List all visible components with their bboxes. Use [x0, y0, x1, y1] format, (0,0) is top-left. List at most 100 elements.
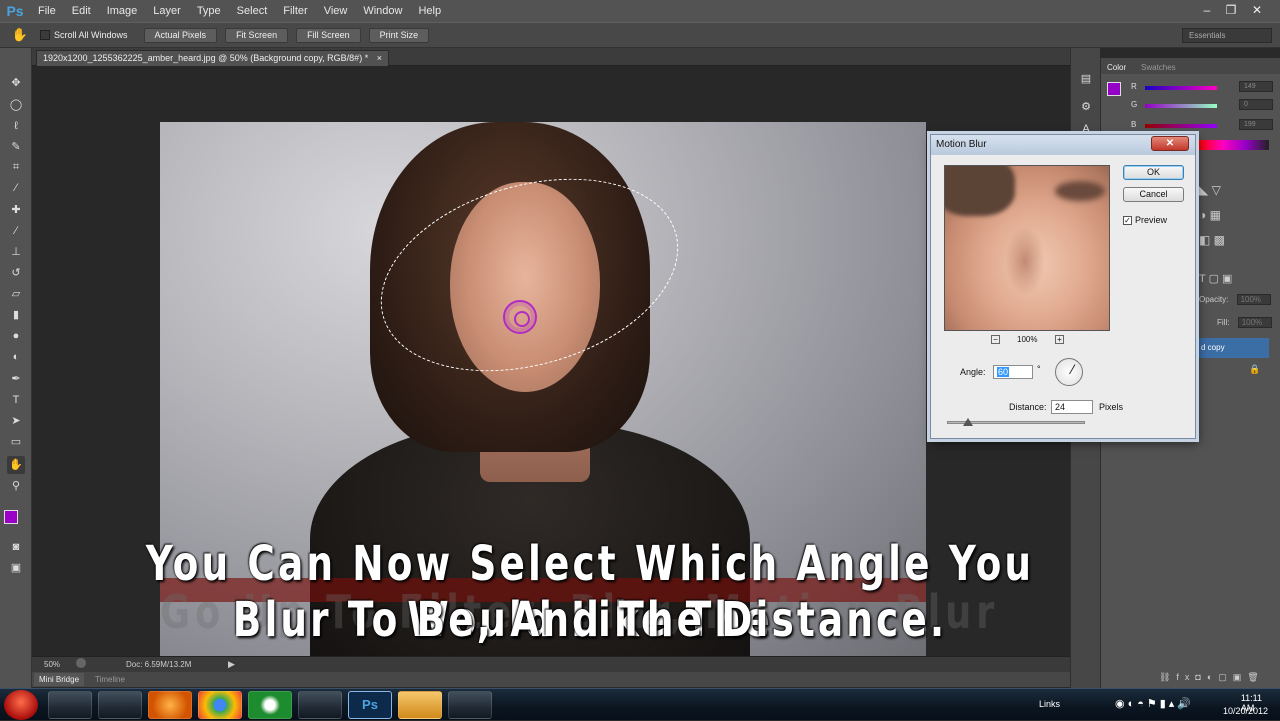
quick-select-tool-icon[interactable]: ✎ — [7, 138, 25, 156]
minimize-button[interactable]: – — [1198, 2, 1216, 18]
screen-mode-icon[interactable]: ▣ — [7, 559, 25, 577]
distance-slider-handle[interactable] — [963, 418, 973, 426]
fill-label: Fill: — [1217, 318, 1230, 327]
fill-screen-button[interactable]: Fill Screen — [296, 27, 361, 43]
color-channel-value[interactable]: 199 — [1239, 119, 1273, 130]
distance-input[interactable]: 24 — [1051, 400, 1093, 414]
layers-footer-icons[interactable]: ⛓fx◘◐▢▣🗑 — [1159, 672, 1265, 683]
foreground-color-swatch[interactable] — [4, 510, 18, 524]
dialog-close-button[interactable]: ✕ — [1151, 136, 1189, 151]
quick-mask-icon[interactable]: ◙ — [7, 538, 25, 556]
menu-view[interactable]: View — [316, 0, 356, 22]
zoom-out-button[interactable]: − — [991, 335, 1000, 344]
shape-tool-icon[interactable]: ▭ — [7, 433, 25, 451]
fill-row[interactable]: Fill: 100% — [1217, 317, 1272, 328]
menu-image[interactable]: Image — [99, 0, 146, 22]
actual-pixels-button[interactable]: Actual Pixels — [143, 27, 218, 43]
color-channel-value[interactable]: 149 — [1239, 81, 1273, 92]
cancel-button[interactable]: Cancel — [1123, 187, 1184, 202]
color-slider-r[interactable]: R 149 — [1131, 81, 1273, 92]
adjustments-icons-row-3[interactable]: ◧ ▩ — [1199, 233, 1225, 247]
marquee-tool-icon[interactable]: ◯ — [7, 96, 25, 114]
taskbar-app-9[interactable] — [448, 691, 492, 719]
blur-tool-icon[interactable]: ● — [7, 327, 25, 345]
menu-edit[interactable]: Edit — [64, 0, 99, 22]
menu-file[interactable]: File — [30, 0, 64, 22]
fill-value[interactable]: 100% — [1237, 317, 1272, 328]
color-channel-label: B — [1131, 120, 1137, 129]
color-spectrum-ramp[interactable] — [1199, 140, 1269, 150]
close-button[interactable]: ✕ — [1248, 2, 1266, 18]
move-tool-icon[interactable]: ✥ — [7, 74, 25, 92]
zoom-tool-icon[interactable]: ⚲ — [7, 477, 25, 495]
restore-button[interactable]: ❐ — [1222, 2, 1240, 18]
document-close-icon[interactable]: × — [377, 53, 382, 63]
fit-screen-button[interactable]: Fit Screen — [225, 27, 289, 43]
tab-swatches[interactable]: Swatches — [1141, 62, 1176, 74]
taskbar-app-1[interactable] — [48, 691, 92, 719]
brush-tool-icon[interactable]: ∕ — [7, 222, 25, 240]
document-tab[interactable]: 1920x1200_1255362225_amber_heard.jpg @ 5… — [36, 50, 389, 66]
scroll-all-windows-checkbox[interactable]: Scroll All Windows — [40, 30, 128, 41]
menu-type[interactable]: Type — [189, 0, 229, 22]
menu-select[interactable]: Select — [229, 0, 276, 22]
color-channel-label: G — [1131, 100, 1138, 109]
layer-row-selected[interactable]: d copy — [1199, 338, 1269, 358]
stamp-tool-icon[interactable]: ⊥ — [7, 243, 25, 261]
taskbar-utorrent[interactable] — [248, 691, 292, 719]
color-slider-g[interactable]: G 0 — [1131, 99, 1273, 110]
history-brush-tool-icon[interactable]: ↺ — [7, 264, 25, 282]
menu-help[interactable]: Help — [410, 0, 449, 22]
tab-mini-bridge[interactable]: Mini Bridge — [34, 673, 85, 686]
start-button[interactable] — [4, 690, 38, 720]
preview-zoom-level: 100% — [1017, 335, 1038, 344]
menu-filter[interactable]: Filter — [275, 0, 315, 22]
status-menu-arrow-icon[interactable]: ▶ — [228, 659, 235, 670]
taskbar-chrome[interactable] — [198, 691, 242, 719]
links-toolbar[interactable]: Links — [1039, 699, 1060, 709]
adjustments-icons[interactable]: ◣ ▽ — [1199, 183, 1221, 197]
crop-tool-icon[interactable]: ⌗ — [7, 158, 25, 176]
opacity-row[interactable]: Opacity: 100% — [1199, 294, 1271, 305]
type-tool-icon[interactable]: T — [7, 391, 25, 409]
dodge-tool-icon[interactable]: ◐ — [7, 348, 25, 366]
taskbar-firefox[interactable] — [148, 691, 192, 719]
tab-timeline[interactable]: Timeline — [90, 673, 130, 686]
zoom-level[interactable]: 50% — [44, 660, 60, 669]
lasso-tool-icon[interactable]: ℓ — [7, 117, 25, 135]
workspace-select[interactable]: Essentials — [1182, 28, 1272, 43]
adjustments-icons-row-2[interactable]: ◑ ▦ — [1199, 208, 1221, 222]
layer-name: d copy — [1201, 343, 1225, 352]
preview-checkbox[interactable]: ✓ Preview — [1123, 215, 1167, 226]
taskbar-app-8[interactable] — [398, 691, 442, 719]
tray-icons[interactable]: ◉◐◓⚑▮▴🔊 — [1115, 697, 1194, 710]
healing-tool-icon[interactable]: ✚ — [7, 201, 25, 219]
eyedropper-tool-icon[interactable]: ⁄ — [7, 179, 25, 197]
blur-preview[interactable] — [944, 165, 1110, 331]
gradient-tool-icon[interactable]: ▮ — [7, 306, 25, 324]
menu-window[interactable]: Window — [355, 0, 410, 22]
color-slider-b[interactable]: B 199 — [1131, 119, 1273, 130]
clock-date[interactable]: 10/20/2012 — [1223, 706, 1268, 716]
menu-layer[interactable]: Layer — [145, 0, 189, 22]
pen-tool-icon[interactable]: ✒ — [7, 370, 25, 388]
layer-filter-icons[interactable]: T ▢ ▣ — [1199, 272, 1232, 285]
opacity-value[interactable]: 100% — [1236, 294, 1271, 305]
taskbar-app-6[interactable] — [298, 691, 342, 719]
eraser-tool-icon[interactable]: ▱ — [7, 285, 25, 303]
taskbar-photoshop[interactable]: Ps — [348, 691, 392, 719]
hand-tool-icon[interactable]: ✋ — [7, 456, 25, 474]
history-panel-icon[interactable]: ▤ — [1077, 70, 1095, 88]
angle-input[interactable]: 60 — [993, 365, 1033, 379]
color-panel-foreground-swatch[interactable] — [1107, 82, 1121, 96]
angle-dial[interactable] — [1055, 358, 1083, 386]
path-select-tool-icon[interactable]: ➤ — [7, 412, 25, 430]
color-channel-value[interactable]: 0 — [1239, 99, 1273, 110]
taskbar-app-2[interactable] — [98, 691, 142, 719]
print-size-button[interactable]: Print Size — [368, 27, 430, 43]
tab-color[interactable]: Color — [1107, 62, 1126, 74]
properties-panel-icon[interactable]: ⚙ — [1077, 98, 1095, 116]
zoom-in-button[interactable]: + — [1055, 335, 1064, 344]
ok-button[interactable]: OK — [1123, 165, 1184, 180]
preview-check-icon[interactable]: ✓ — [1123, 216, 1132, 226]
